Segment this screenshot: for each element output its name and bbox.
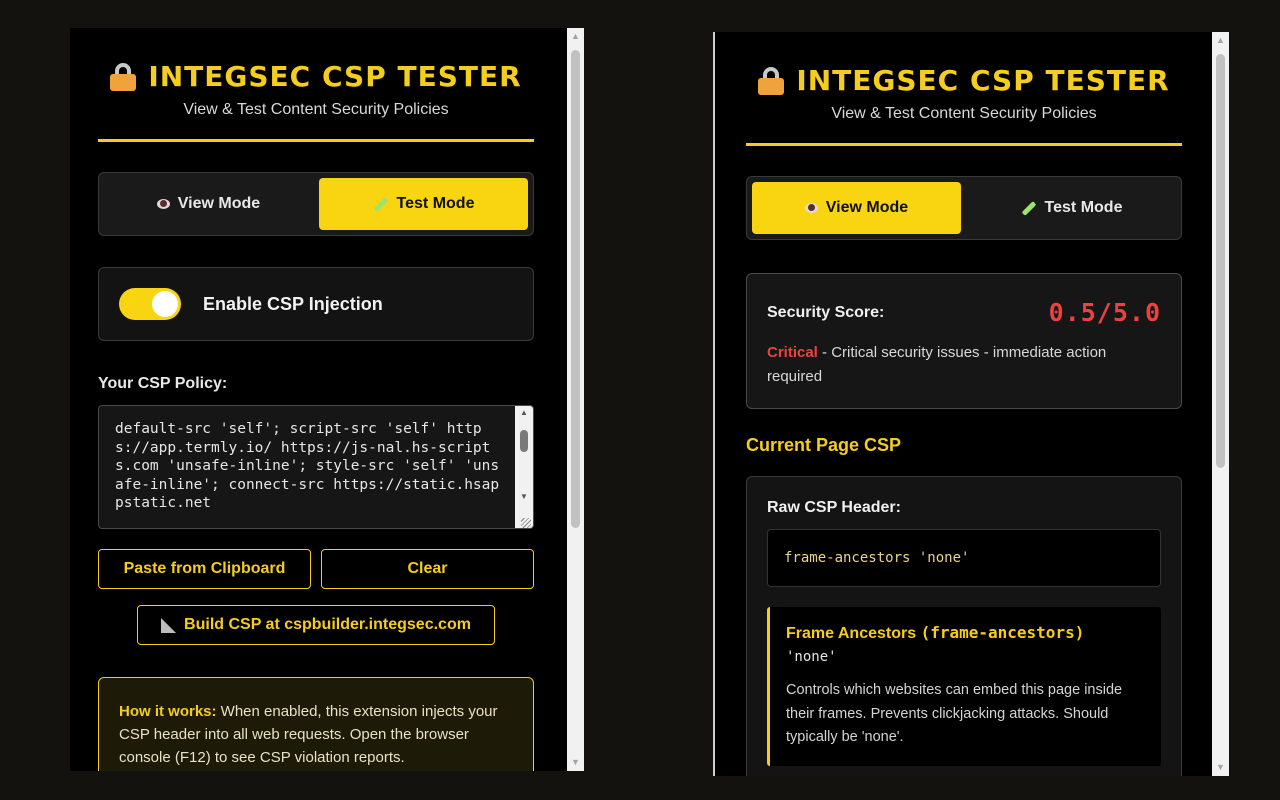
- test-mode-button[interactable]: Test Mode: [319, 178, 528, 230]
- mode-toggle: View Mode Test Mode: [746, 176, 1182, 240]
- directive-description: Controls which websites can embed this p…: [786, 682, 1123, 745]
- popup-content: INTEGSEC CSP TESTER View & Test Content …: [746, 32, 1182, 776]
- score-row: Security Score: 0.5/5.0: [767, 298, 1161, 327]
- test-tube-icon: [373, 196, 388, 212]
- build-wrap: Build CSP at cspbuilder.integsec.com: [98, 605, 534, 645]
- test-mode-label: Test Mode: [1044, 199, 1123, 216]
- mode-toggle: View Mode Test Mode: [98, 172, 534, 236]
- lock-icon: [110, 62, 137, 91]
- app-title-text: INTEGSEC CSP TESTER: [148, 60, 522, 93]
- view-mode-button[interactable]: View Mode: [104, 178, 313, 230]
- policy-label: Your CSP Policy:: [98, 375, 228, 392]
- directive-key: (frame-ancestors): [920, 623, 1085, 642]
- ruler-icon: [161, 617, 177, 633]
- current-page-csp-heading: Current Page CSP: [746, 435, 902, 455]
- scroll-down-icon[interactable]: ▼: [567, 754, 584, 771]
- csp-injection-label: Enable CSP Injection: [203, 293, 383, 314]
- app-title: INTEGSEC CSP TESTER: [98, 60, 534, 93]
- resize-grip-icon[interactable]: [521, 518, 531, 528]
- scroll-thumb[interactable]: [1216, 54, 1225, 468]
- view-mode-label: View Mode: [177, 195, 261, 212]
- scroll-thumb[interactable]: [571, 50, 580, 528]
- raw-csp-label: Raw CSP Header:: [767, 499, 901, 516]
- build-csp-button[interactable]: Build CSP at cspbuilder.integsec.com: [137, 605, 495, 645]
- header-divider: [746, 143, 1182, 146]
- severity-badge: Critical: [767, 344, 818, 361]
- popup-panel-view-mode: INTEGSEC CSP TESTER View & Test Content …: [713, 32, 1229, 776]
- test-mode-button[interactable]: Test Mode: [967, 182, 1176, 234]
- clear-button[interactable]: Clear: [321, 549, 534, 589]
- view-mode-label: View Mode: [825, 199, 909, 216]
- policy-scroll-thumb[interactable]: [520, 430, 528, 452]
- how-it-works-box: How it works: When enabled, this extensi…: [98, 677, 534, 771]
- app-subtitle: View & Test Content Security Policies: [831, 105, 1097, 122]
- policy-scrollbar[interactable]: ▲ ▼: [515, 406, 533, 528]
- panel-scrollbar[interactable]: ▲ ▼: [1212, 32, 1229, 776]
- raw-csp-value: frame-ancestors 'none': [767, 529, 1161, 587]
- score-description: Critical - Critical security issues - im…: [767, 341, 1161, 389]
- panel-scrollbar[interactable]: ▲ ▼: [567, 28, 584, 771]
- directive-name: Frame Ancestors: [786, 625, 917, 642]
- policy-text: default-src 'self'; script-src 'self' ht…: [115, 421, 500, 511]
- scroll-up-icon[interactable]: ▲: [1212, 32, 1229, 49]
- test-tube-icon: [1021, 200, 1036, 216]
- directive-title: Frame Ancestors (frame-ancestors): [786, 623, 1145, 643]
- current-csp-card: Raw CSP Header: frame-ancestors 'none' F…: [746, 476, 1182, 776]
- popup-header: INTEGSEC CSP TESTER View & Test Content …: [746, 32, 1182, 146]
- popup-content: INTEGSEC CSP TESTER View & Test Content …: [98, 28, 534, 771]
- directive-card: Frame Ancestors (frame-ancestors) 'none'…: [767, 607, 1161, 766]
- directive-value: 'none': [786, 649, 837, 665]
- scroll-down-icon[interactable]: ▼: [515, 492, 533, 501]
- header-divider: [98, 139, 534, 142]
- policy-textarea[interactable]: default-src 'self'; script-src 'self' ht…: [98, 405, 534, 529]
- switch-knob: [152, 291, 178, 317]
- eye-icon: [804, 203, 818, 213]
- score-label: Security Score:: [767, 303, 885, 321]
- eye-icon: [156, 199, 170, 209]
- scroll-down-icon[interactable]: ▼: [1212, 759, 1229, 776]
- view-mode-button[interactable]: View Mode: [752, 182, 961, 234]
- test-mode-label: Test Mode: [396, 195, 475, 212]
- severity-text: - Critical security issues - immediate a…: [767, 344, 1107, 385]
- security-score-card: Security Score: 0.5/5.0 Critical - Criti…: [746, 273, 1182, 409]
- how-it-works-title: How it works:: [119, 703, 217, 720]
- app-subtitle: View & Test Content Security Policies: [183, 101, 449, 118]
- popup-header: INTEGSEC CSP TESTER View & Test Content …: [98, 28, 534, 142]
- app-title: INTEGSEC CSP TESTER: [746, 64, 1182, 97]
- scroll-up-icon[interactable]: ▲: [515, 408, 533, 417]
- policy-actions: Paste from Clipboard Clear: [98, 549, 534, 589]
- paste-from-clipboard-button[interactable]: Paste from Clipboard: [98, 549, 311, 589]
- build-csp-label: Build CSP at cspbuilder.integsec.com: [184, 616, 471, 633]
- popup-panel-test-mode: INTEGSEC CSP TESTER View & Test Content …: [70, 28, 584, 771]
- csp-injection-toggle-card: Enable CSP Injection: [98, 267, 534, 341]
- score-value: 0.5/5.0: [1048, 298, 1161, 327]
- scroll-up-icon[interactable]: ▲: [567, 28, 584, 45]
- app-title-text: INTEGSEC CSP TESTER: [796, 64, 1170, 97]
- csp-injection-switch[interactable]: [119, 288, 181, 320]
- lock-icon: [758, 66, 785, 95]
